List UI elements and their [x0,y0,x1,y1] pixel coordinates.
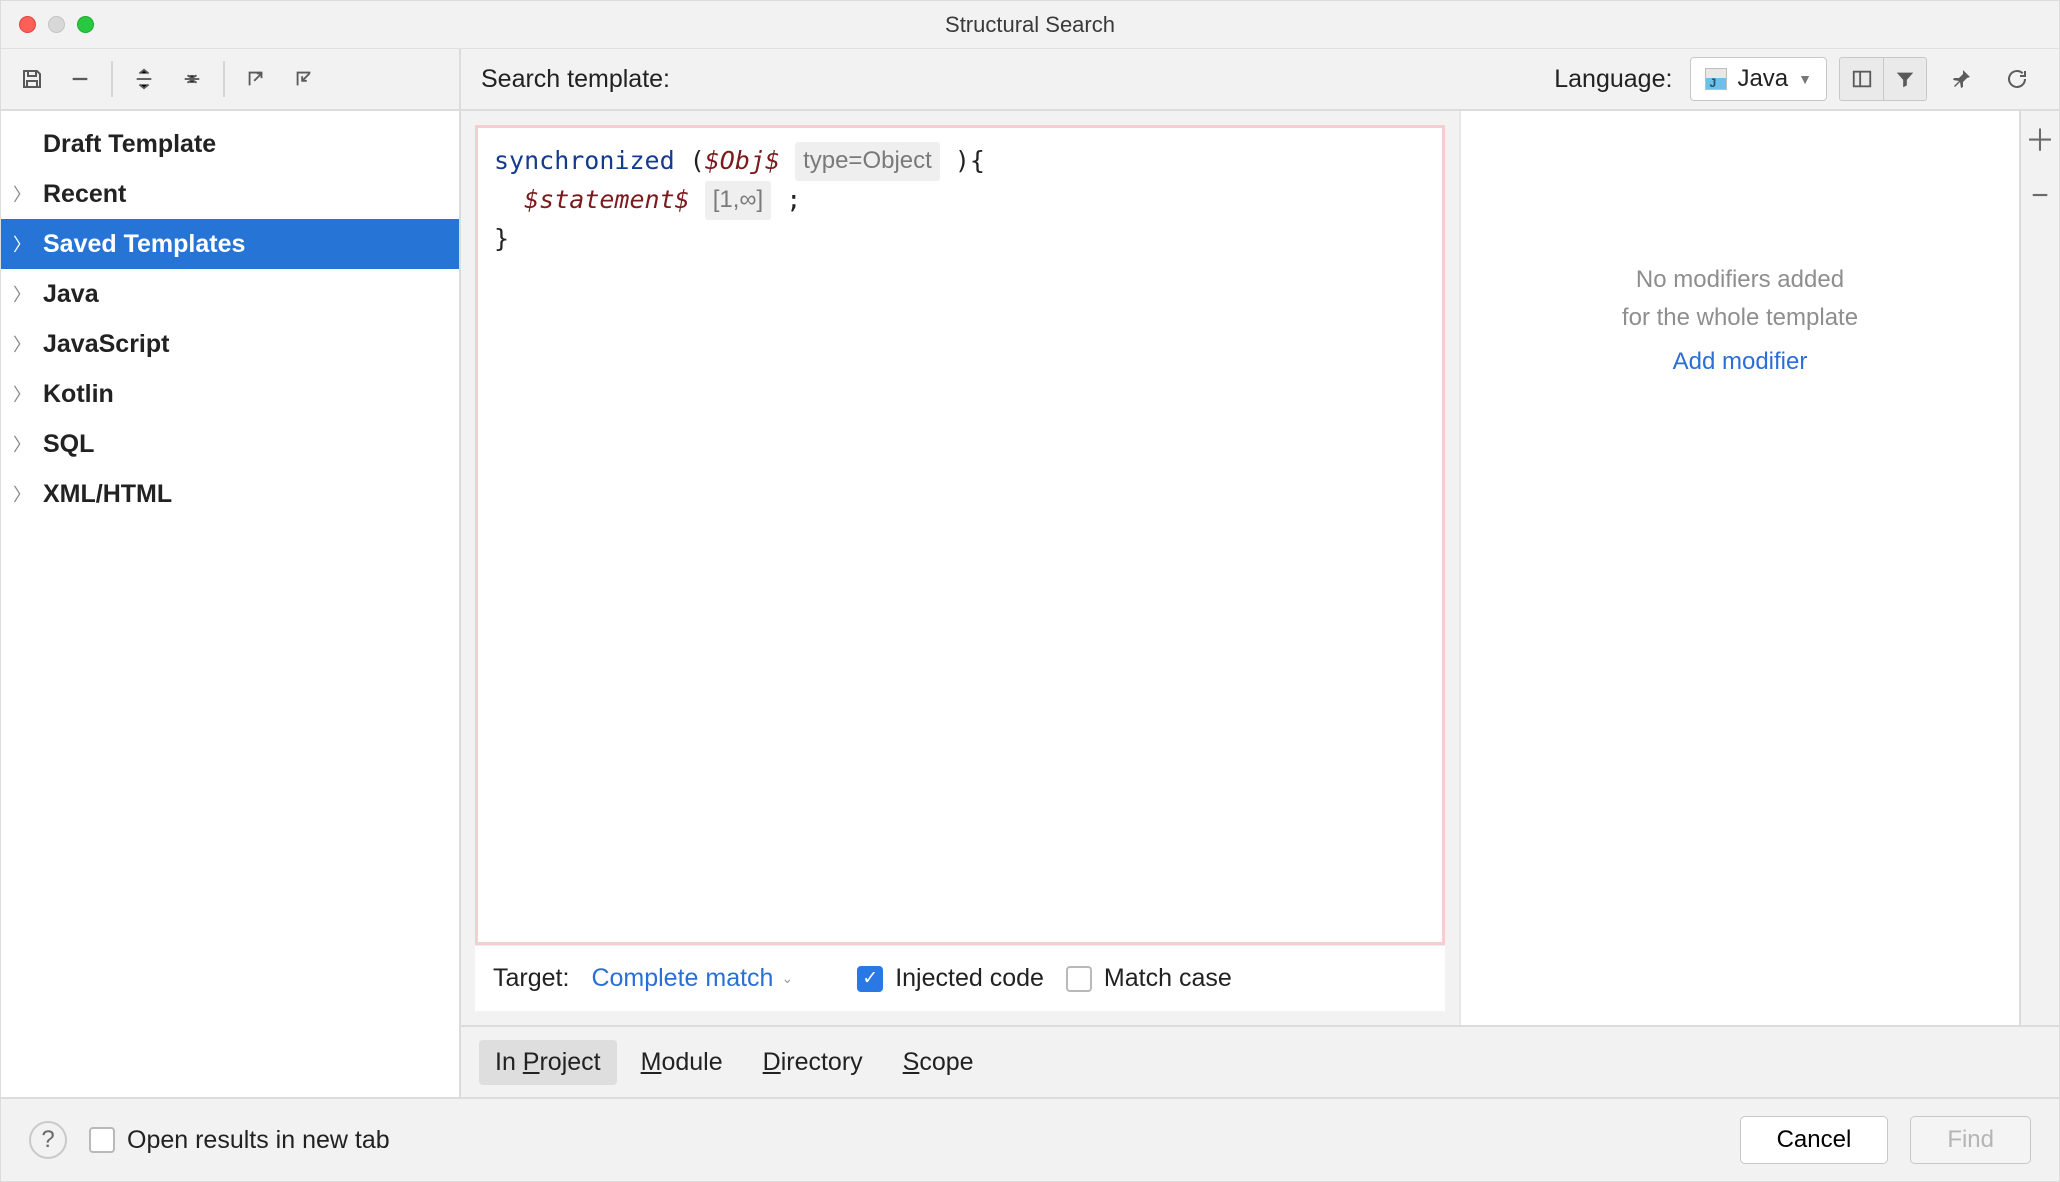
remove-icon[interactable]: − [2031,181,2049,211]
tree-item-kotlin[interactable]: 〉 Kotlin [1,369,459,419]
tree-item-javascript[interactable]: 〉 JavaScript [1,319,459,369]
editor-row: synchronized ($Obj$ type=Object ){ $stat… [461,111,2059,1025]
filter-icon[interactable] [1883,57,1927,101]
center-header: Search template: Language: Java ▼ [461,49,2059,111]
tree-item-saved-templates[interactable]: 〉 Saved Templates [1,219,459,269]
target-row: Target: Complete match ⌄ ✓ Injected code [475,945,1445,1011]
collapse-all-icon[interactable] [175,62,209,96]
tree-item-xml-html[interactable]: 〉 XML/HTML [1,469,459,519]
code-variable: $Obj$ [705,146,780,175]
window-controls [1,16,94,33]
tree-item-label: Saved Templates [43,230,245,259]
toggle-panel-icon[interactable] [1839,57,1883,101]
center-panel: Search template: Language: Java ▼ [461,49,2059,1097]
code-punct: ){ [940,146,985,175]
chevron-right-icon: 〉 [13,381,43,407]
code-hint-badge: [1,∞] [705,181,771,220]
code-punct: ( [675,146,705,175]
scope-tab-directory[interactable]: Directory [747,1040,879,1085]
add-modifier-link[interactable]: Add modifier [1673,348,1808,376]
language-dropdown[interactable]: Java ▼ [1690,57,1827,101]
tree-item-label: Recent [43,180,126,209]
open-results-new-tab-checkbox[interactable]: Open results in new tab [89,1126,390,1155]
window-title: Structural Search [1,12,2059,38]
chevron-right-icon: 〉 [13,231,43,257]
code-hint-badge: type=Object [795,142,940,181]
checkbox-icon [89,1127,115,1153]
pin-icon[interactable] [1939,57,1983,101]
toolbar-separator [111,61,113,97]
find-button[interactable]: Find [1910,1116,2031,1164]
structural-search-window: Structural Search [0,0,2060,1182]
target-label: Target: [493,964,569,993]
java-file-icon [1705,68,1727,90]
chevron-right-icon: 〉 [13,331,43,357]
main-content: 〉 Draft Template 〉 Recent 〉 Saved Templa… [1,49,2059,1097]
injected-code-checkbox[interactable]: ✓ Injected code [857,964,1044,993]
import-icon[interactable] [287,62,321,96]
editor-wrap: synchronized ($Obj$ type=Object ){ $stat… [461,111,1459,1025]
chevron-right-icon: 〉 [13,281,43,307]
tree-item-label: XML/HTML [43,480,172,509]
chevron-down-icon: ⌄ [781,970,793,987]
export-icon[interactable] [239,62,273,96]
toolbar-separator [223,61,225,97]
refresh-icon[interactable] [1995,57,2039,101]
match-case-checkbox[interactable]: Match case [1066,964,1232,993]
scope-tab-in-project[interactable]: In Project [479,1040,617,1085]
chevron-right-icon: 〉 [13,181,43,207]
search-template-label: Search template: [481,65,670,94]
code-variable: $statement$ [524,185,690,214]
scope-tabs: In Project Module Directory Scope [461,1025,2059,1097]
code-line: } [494,220,1426,259]
tree-item-label: Java [43,280,99,309]
sidebar-toolbar [1,49,459,111]
search-template-editor[interactable]: synchronized ($Obj$ type=Object ){ $stat… [475,125,1445,945]
chevron-right-icon: 〉 [13,481,43,507]
templates-sidebar: 〉 Draft Template 〉 Recent 〉 Saved Templa… [1,49,461,1097]
templates-tree: 〉 Draft Template 〉 Recent 〉 Saved Templa… [1,111,459,519]
cancel-button[interactable]: Cancel [1740,1116,1889,1164]
maximize-window-button[interactable] [77,16,94,33]
no-modifiers-text: No modifiers added for the whole templat… [1622,261,1858,338]
tree-item-label: Draft Template [43,130,216,159]
modifiers-panel: No modifiers added for the whole templat… [1459,111,2019,1025]
checkbox-label: Injected code [895,964,1044,993]
checkbox-label: Match case [1104,964,1232,993]
code-punct: } [494,224,509,253]
checkbox-icon [1066,966,1092,992]
scope-tab-scope[interactable]: Scope [887,1040,990,1085]
tree-item-label: JavaScript [43,330,169,359]
view-toggle-group [1839,57,1927,101]
code-line: $statement$ [1,∞] ; [494,181,1426,220]
checkbox-icon: ✓ [857,966,883,992]
code-keyword: synchronized [494,146,675,175]
remove-template-icon[interactable] [63,62,97,96]
target-value: Complete match [591,964,773,993]
save-template-icon[interactable] [15,62,49,96]
chevron-down-icon: ▼ [1798,71,1812,87]
close-window-button[interactable] [19,16,36,33]
language-label: Language: [1554,65,1672,94]
tree-item-label: Kotlin [43,380,114,409]
add-icon[interactable]: ＋ [2025,127,2055,157]
tree-item-recent[interactable]: 〉 Recent [1,169,459,219]
code-punct: ; [771,185,801,214]
dialog-footer: ? Open results in new tab Cancel Find [1,1097,2059,1181]
side-rail: ＋ − [2019,111,2059,1025]
minimize-window-button[interactable] [48,16,65,33]
language-value: Java [1737,65,1788,93]
tree-item-label: SQL [43,430,94,459]
code-line: synchronized ($Obj$ type=Object ){ [494,142,1426,181]
help-button[interactable]: ? [29,1121,67,1159]
expand-all-icon[interactable] [127,62,161,96]
target-dropdown[interactable]: Complete match ⌄ [591,964,793,993]
titlebar: Structural Search [1,1,2059,49]
scope-tab-module[interactable]: Module [625,1040,739,1085]
chevron-right-icon: 〉 [13,431,43,457]
checkbox-label: Open results in new tab [127,1126,390,1155]
tree-item-sql[interactable]: 〉 SQL [1,419,459,469]
tree-item-draft-template[interactable]: 〉 Draft Template [1,119,459,169]
tree-item-java[interactable]: 〉 Java [1,269,459,319]
